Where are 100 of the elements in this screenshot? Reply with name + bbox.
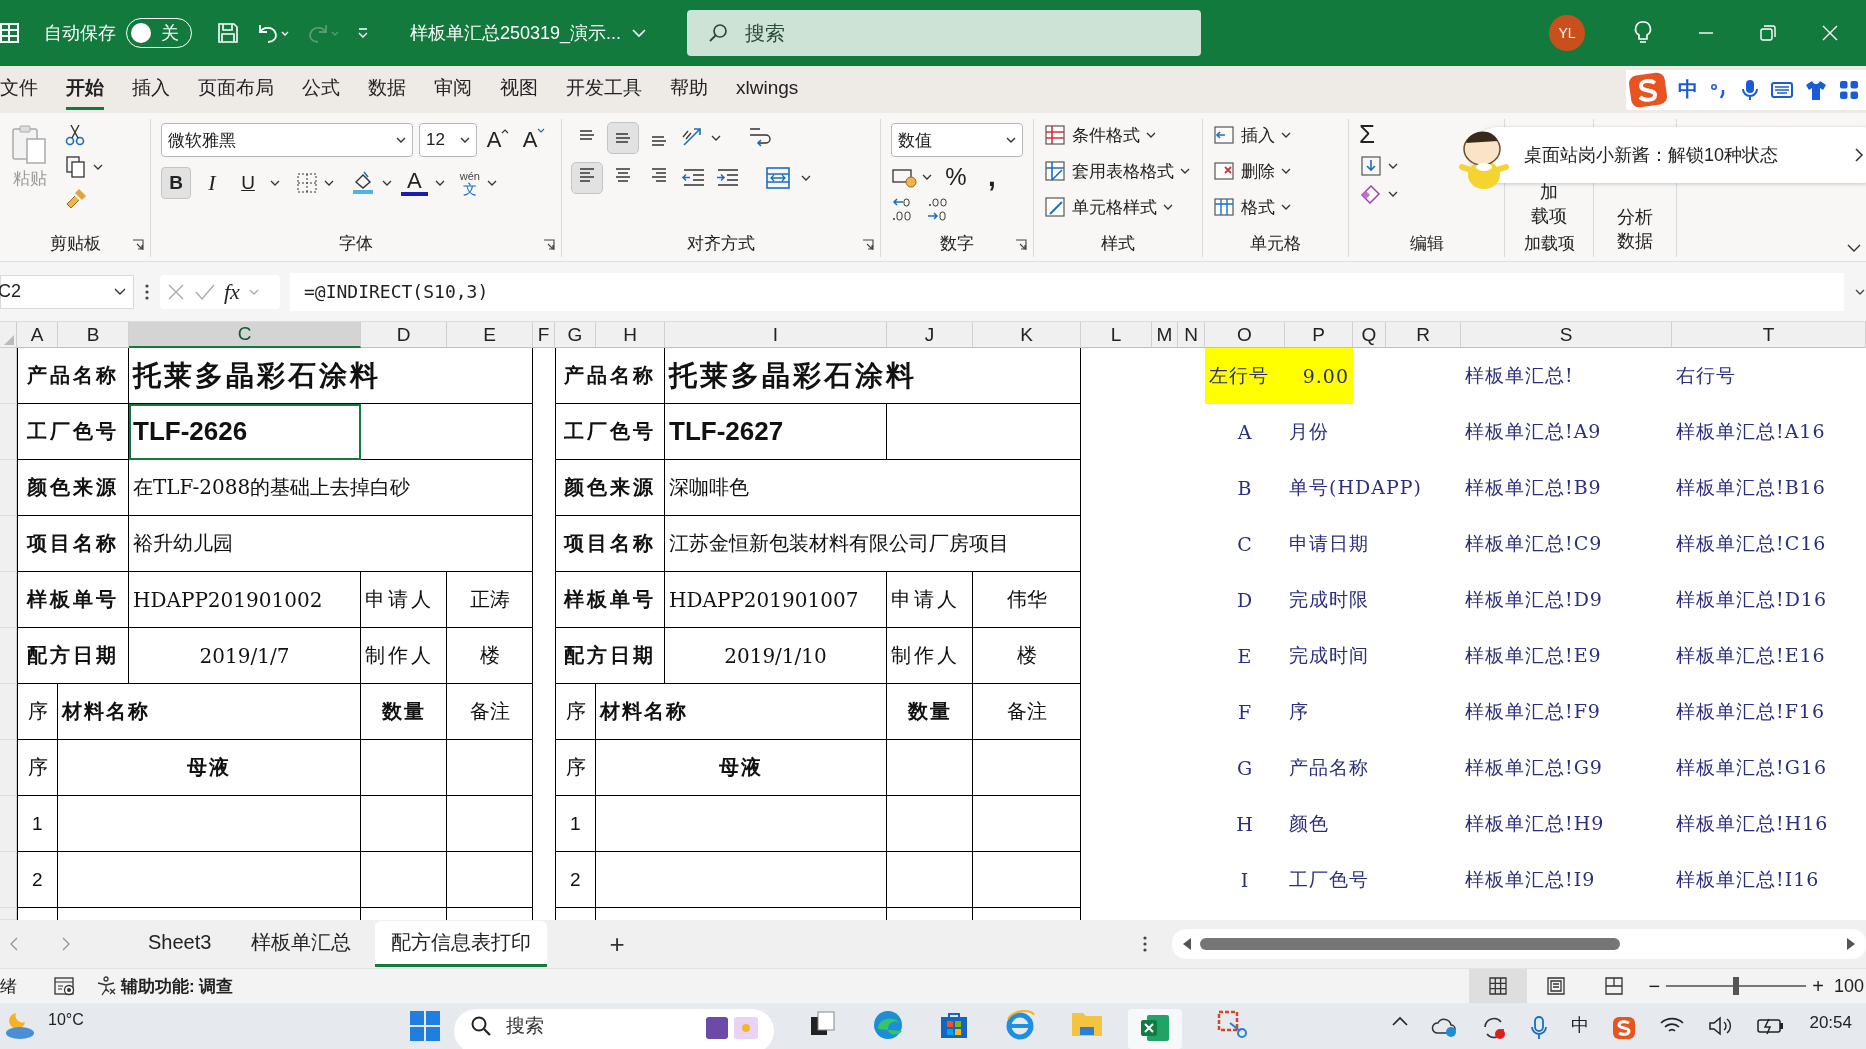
browser-icon[interactable] — [871, 1009, 904, 1041]
dialog-launcher-icon[interactable] — [1015, 239, 1027, 251]
caret-icon[interactable] — [1006, 136, 1016, 144]
column-header[interactable]: O — [1205, 322, 1285, 348]
column-header[interactable]: Q — [1353, 322, 1386, 348]
menu-tab[interactable]: 开始 — [66, 69, 104, 110]
snipping-tool-icon[interactable] — [1215, 1009, 1250, 1041]
menu-tab[interactable]: 开发工具 — [566, 69, 642, 110]
column-header[interactable]: A — [17, 322, 58, 348]
column-header[interactable]: R — [1386, 322, 1461, 348]
font-size-dropdown[interactable]: 12 — [419, 123, 477, 157]
view-mode-icon[interactable] — [1468, 968, 1527, 1004]
dialog-launcher-icon[interactable] — [543, 239, 555, 251]
caret-icon[interactable] — [433, 178, 446, 188]
cells-menu-button[interactable]: 删除 — [1213, 155, 1338, 187]
taskbar-search-field[interactable]: 搜索 — [453, 1009, 774, 1049]
microphone-icon[interactable] — [1529, 1015, 1550, 1041]
menu-tab[interactable]: 页面布局 — [198, 69, 274, 110]
keyboard-icon[interactable] — [1770, 79, 1794, 100]
speaker-icon[interactable] — [1707, 1015, 1734, 1037]
restore-icon[interactable] — [1759, 24, 1778, 42]
input-method-indicator[interactable]: 中 — [1571, 1013, 1590, 1037]
column-header[interactable]: K — [973, 322, 1081, 348]
scroll-left-icon[interactable] — [1182, 938, 1192, 950]
add-ins-button[interactable]: 加 载项 — [1531, 180, 1567, 232]
column-header[interactable]: C — [129, 322, 361, 348]
sheet-tab[interactable]: 样板单汇总 — [235, 921, 368, 967]
more-options-icon[interactable] — [1142, 934, 1148, 954]
spreadsheet-app-icon[interactable] — [0, 22, 20, 44]
caret-icon[interactable] — [269, 178, 281, 188]
sync-icon[interactable] — [1481, 1015, 1508, 1041]
insert-function-button[interactable]: fx — [224, 278, 240, 305]
styles-menu-button[interactable]: 条件格式 — [1044, 119, 1192, 151]
zoom-in-button[interactable]: + — [1812, 974, 1824, 998]
menu-tab[interactable]: 帮助 — [670, 69, 708, 110]
horizontal-scrollbar[interactable] — [1172, 929, 1866, 959]
shrink-font-button[interactable]: A — [519, 124, 549, 156]
styles-menu-button[interactable]: 单元格样式 — [1044, 191, 1192, 223]
caret-icon[interactable] — [396, 136, 406, 144]
input-method-logo-icon[interactable] — [1628, 71, 1668, 108]
fill-down-icon[interactable] — [1359, 154, 1399, 178]
horizontal-align-icon[interactable] — [572, 163, 602, 193]
caret-icon[interactable] — [485, 178, 498, 188]
input-mode-label[interactable]: 中 — [1678, 76, 1698, 103]
underline-button[interactable]: U — [233, 167, 263, 199]
column-header[interactable]: F — [533, 322, 555, 348]
column-header[interactable]: J — [887, 322, 973, 348]
close-icon[interactable] — [1821, 24, 1840, 42]
column-header[interactable]: P — [1285, 322, 1353, 348]
italic-button[interactable]: I — [197, 167, 227, 199]
shirt-icon[interactable] — [1804, 78, 1828, 101]
column-header[interactable]: L — [1081, 322, 1152, 348]
cells-menu-button[interactable]: 格式 — [1213, 191, 1338, 223]
analyze-data-button[interactable]: 分析 数据 — [1617, 205, 1653, 257]
zoom-level[interactable]: 100 — [1833, 975, 1864, 997]
user-avatar[interactable]: YL — [1549, 15, 1586, 51]
apps-grid-icon[interactable] — [1838, 78, 1860, 101]
menu-tab[interactable]: 文件 — [0, 69, 38, 110]
column-header[interactable]: D — [361, 322, 447, 348]
formula-field[interactable]: =@INDIRECT(S10,3) — [290, 272, 1844, 311]
format-painter-icon[interactable] — [64, 187, 88, 211]
phonetic-guide-button[interactable]: wén 文 — [459, 170, 480, 196]
sheet-tab[interactable]: 配方信息表打印 — [375, 921, 548, 967]
menu-tab[interactable]: 插入 — [132, 69, 170, 110]
windows-start-icon[interactable] — [407, 1009, 442, 1043]
clock-time[interactable]: 20:54 — [1809, 1013, 1852, 1033]
scissors-icon[interactable] — [64, 123, 86, 147]
collapse-ribbon-icon[interactable] — [1846, 243, 1862, 253]
column-header[interactable]: S — [1461, 322, 1672, 348]
column-header[interactable]: T — [1672, 322, 1866, 348]
dialog-launcher-icon[interactable] — [132, 239, 144, 251]
menu-tab[interactable]: 公式 — [302, 69, 340, 110]
sheet-tab[interactable]: Sheet3 — [132, 923, 228, 965]
accessibility-status[interactable]: 辅助功能: 调查 — [95, 974, 234, 998]
notification-popup[interactable]: 桌面站岗小新酱：解锁10种状态 — [1470, 127, 1866, 183]
search-field[interactable]: 搜索 — [687, 10, 1202, 56]
number-format-dropdown[interactable]: 数值 — [891, 123, 1023, 157]
column-header[interactable]: H — [596, 322, 665, 348]
grow-font-button[interactable]: A — [483, 124, 513, 156]
save-icon[interactable] — [216, 21, 240, 45]
menu-tab[interactable]: 审阅 — [434, 69, 472, 110]
microphone-icon[interactable] — [1740, 77, 1760, 102]
caret-icon[interactable] — [631, 27, 648, 39]
styles-menu-button[interactable]: 套用表格格式 — [1044, 155, 1192, 187]
percent-button[interactable]: % — [941, 163, 971, 191]
dialog-launcher-icon[interactable] — [862, 239, 874, 251]
file-name[interactable]: 样板单汇总250319_演示... — [410, 21, 622, 45]
bold-button[interactable]: B — [161, 167, 191, 199]
column-header[interactable]: N — [1178, 322, 1205, 348]
lightbulb-icon[interactable] — [1633, 20, 1654, 46]
menu-tab[interactable]: 数据 — [368, 69, 406, 110]
macro-record-icon[interactable] — [53, 975, 77, 997]
scroll-right-icon[interactable] — [1846, 938, 1856, 950]
chevron-right-icon[interactable] — [1854, 147, 1864, 163]
menu-tab[interactable]: 视图 — [500, 69, 538, 110]
column-header[interactable]: M — [1152, 322, 1178, 348]
slider-thumb[interactable] — [1733, 977, 1740, 995]
column-header[interactable]: E — [447, 322, 533, 348]
column-header[interactable]: G — [555, 322, 596, 348]
customize-icon[interactable] — [356, 26, 370, 40]
